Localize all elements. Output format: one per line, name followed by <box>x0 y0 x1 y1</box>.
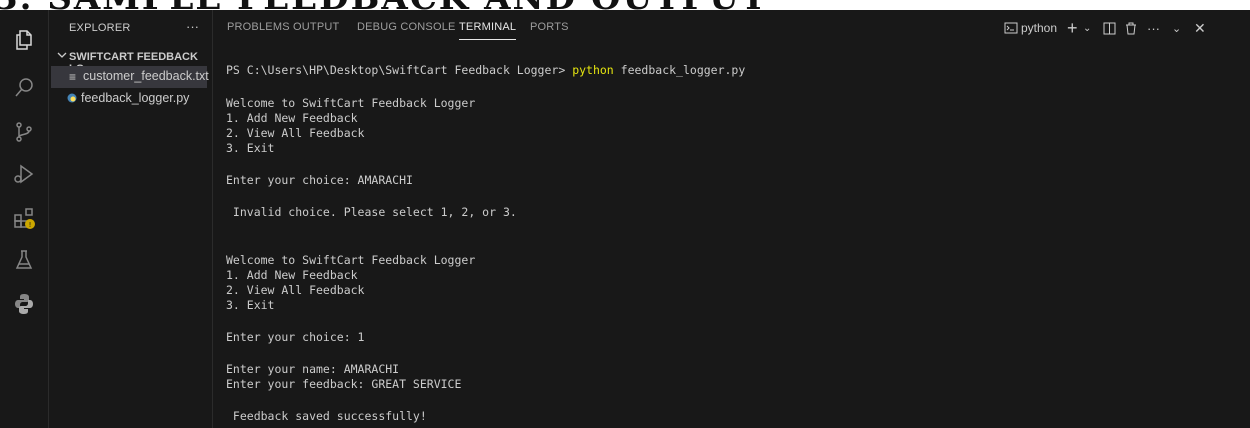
terminal-name: python <box>1021 21 1058 35</box>
terminal-panel: PROBLEMS OUTPUT DEBUG CONSOLE TERMINAL P… <box>213 10 1250 428</box>
tab-debug-console[interactable]: DEBUG CONSOLE <box>357 21 456 33</box>
explorer-title: EXPLORER <box>69 22 131 34</box>
file-name: feedback_logger.py <box>81 91 190 105</box>
terminal-instance[interactable]: python <box>1004 18 1057 38</box>
tab-output[interactable]: OUTPUT <box>293 21 339 33</box>
output-line: Welcome to SwiftCart Feedback Logger <box>226 96 476 110</box>
output-line: 1. Add New Feedback <box>226 268 358 282</box>
output-line: 1. Add New Feedback <box>226 111 358 125</box>
source-control-icon[interactable] <box>12 120 36 144</box>
run-debug-icon[interactable] <box>12 162 36 186</box>
vscode-window: ! EXPLORER ··· SWIFTCART FEEDBACK LO... … <box>0 10 1250 428</box>
panel-toolbar: python + ⌄ ··· ⌄ ✕ <box>1004 18 1244 38</box>
output-line: Enter your choice: AMARACHI <box>226 173 413 187</box>
chevron-down-icon[interactable]: ⌄ <box>1083 18 1091 38</box>
file-item-customer-feedback[interactable]: ≡ customer_feedback.txt <box>51 66 209 88</box>
output-line: Feedback saved successfully! <box>226 409 427 423</box>
more-actions-icon[interactable]: ··· <box>186 19 199 34</box>
search-icon[interactable] <box>12 76 36 100</box>
activity-bar: ! <box>0 10 49 428</box>
split-terminal-icon[interactable] <box>1103 18 1116 38</box>
output-line: Welcome to SwiftCart Feedback Logger <box>226 253 476 267</box>
text-file-icon: ≡ <box>69 70 77 84</box>
output-line: 2. View All Feedback <box>226 126 365 140</box>
chevron-down-icon[interactable]: ⌄ <box>1172 18 1181 38</box>
chevron-down-icon <box>57 50 67 63</box>
more-icon[interactable]: ··· <box>1147 18 1160 38</box>
explorer-sidebar: EXPLORER ··· SWIFTCART FEEDBACK LO... ≡ … <box>49 10 213 428</box>
terminal-icon <box>1004 22 1018 34</box>
trash-icon[interactable] <box>1125 18 1137 38</box>
output-line: Enter your name: AMARACHI <box>226 362 400 376</box>
file-item-feedback-logger[interactable]: feedback_logger.py <box>49 88 212 110</box>
tab-problems[interactable]: PROBLEMS <box>227 21 290 33</box>
file-name: customer_feedback.txt <box>83 69 209 83</box>
command-arg: feedback_logger.py <box>613 63 746 77</box>
command-line: PS C:\Users\HP\Desktop\SwiftCart Feedbac… <box>226 62 745 78</box>
python-icon[interactable] <box>12 292 36 316</box>
output-line: Enter your choice: 1 <box>226 330 365 344</box>
tab-ports[interactable]: PORTS <box>530 21 569 33</box>
tab-terminal[interactable]: TERMINAL <box>459 21 517 40</box>
output-line: 3. Exit <box>226 298 275 312</box>
new-terminal-icon[interactable]: + <box>1067 18 1078 38</box>
document-heading: 3. SAMPLE FEEDBACK AND OUTPUT <box>0 0 1250 10</box>
command-keyword: python <box>572 63 614 77</box>
output-line: Invalid choice. Please select 1, 2, or 3… <box>226 205 517 219</box>
close-icon[interactable]: ✕ <box>1194 18 1206 38</box>
extensions-icon[interactable]: ! <box>12 206 36 230</box>
explorer-icon[interactable] <box>12 28 36 52</box>
python-file-icon <box>67 92 77 106</box>
output-line: 2. View All Feedback <box>226 283 365 297</box>
output-line: Enter your feedback: GREAT SERVICE <box>226 377 462 391</box>
prompt: PS C:\Users\HP\Desktop\SwiftCart Feedbac… <box>226 63 573 77</box>
workspace-folder[interactable]: SWIFTCART FEEDBACK LO... <box>49 47 212 75</box>
testing-icon[interactable] <box>12 248 36 272</box>
svg-text:!: ! <box>29 221 32 229</box>
output-line: 3. Exit <box>226 141 275 155</box>
